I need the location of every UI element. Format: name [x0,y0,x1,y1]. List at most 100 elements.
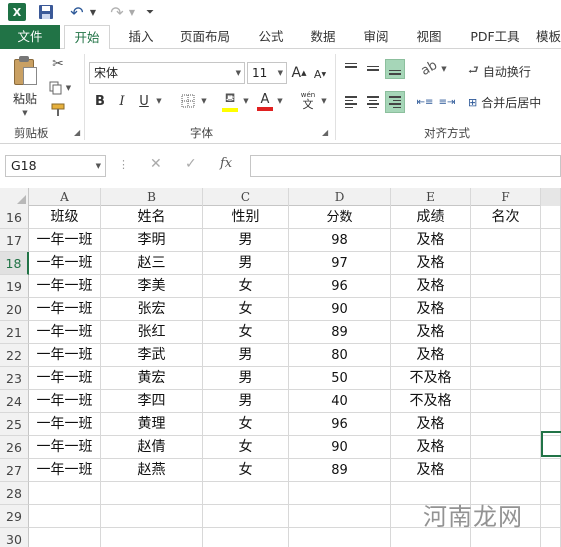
shrink-font-button[interactable]: A ▼ [312,65,328,83]
cell[interactable]: 及格 [391,252,471,275]
row-header[interactable]: 20 [0,298,29,321]
insert-function-button[interactable]: fx [220,156,232,171]
row-header[interactable]: 22 [0,344,29,367]
column-header-e[interactable]: E [391,188,471,206]
font-color-button[interactable]: A [256,89,274,113]
underline-dropdown-icon[interactable]: ▼ [155,96,163,106]
cell[interactable]: 一年一班 [29,390,101,413]
cell[interactable]: 李美 [101,275,203,298]
cell[interactable]: 89 [289,321,391,344]
cell[interactable] [203,482,289,505]
cell[interactable]: 及格 [391,413,471,436]
row-header[interactable]: 16 [0,206,29,229]
align-center-icon[interactable] [364,93,382,111]
cell[interactable]: 男 [203,229,289,252]
formula-input[interactable] [250,155,561,177]
selected-cell[interactable] [541,431,561,457]
wrap-text-button[interactable]: ⮐ 自动换行 [468,61,558,81]
cell[interactable]: 男 [203,367,289,390]
cancel-icon[interactable]: ✕ [150,156,162,172]
cell[interactable]: 名次 [471,206,541,229]
cell[interactable]: 一年一班 [29,413,101,436]
cell[interactable]: 40 [289,390,391,413]
cell[interactable]: 女 [203,321,289,344]
cell[interactable]: 97 [289,252,391,275]
cell[interactable] [471,321,541,344]
cell[interactable] [29,482,101,505]
cell[interactable]: 姓名 [101,206,203,229]
row-header[interactable]: 25 [0,413,29,436]
cell[interactable] [471,252,541,275]
cell[interactable]: 李明 [101,229,203,252]
cell[interactable]: 黄理 [101,413,203,436]
redo-icon[interactable]: ↷ [106,3,128,22]
column-header-d[interactable]: D [289,188,391,206]
cell[interactable]: 80 [289,344,391,367]
cell[interactable] [203,528,289,547]
font-name-select[interactable]: 宋体 ▼ [89,62,245,84]
row-header[interactable]: 24 [0,390,29,413]
cell[interactable]: 90 [289,436,391,459]
cell[interactable] [289,482,391,505]
cell[interactable] [541,390,561,413]
cell[interactable]: 50 [289,367,391,390]
cell[interactable]: 及格 [391,275,471,298]
cell[interactable]: 女 [203,436,289,459]
cell[interactable] [541,505,561,528]
phonetic-button[interactable]: wén 文 [296,89,320,113]
cell[interactable] [101,505,203,528]
column-header-b[interactable]: B [101,188,203,206]
row-header[interactable]: 18 [0,252,29,275]
cell[interactable]: 黄宏 [101,367,203,390]
cell[interactable] [541,298,561,321]
orientation-icon[interactable]: ab [415,55,443,82]
dialog-launcher-icon[interactable]: ◢ [322,128,328,137]
cell[interactable] [289,505,391,528]
cell[interactable] [471,275,541,298]
cell[interactable]: 一年一班 [29,321,101,344]
cell[interactable] [541,206,561,229]
cell[interactable]: 一年一班 [29,459,101,482]
cell[interactable]: 一年一班 [29,252,101,275]
increase-indent-icon[interactable]: ≡⇥ [438,93,456,111]
fill-color-dropdown-icon[interactable]: ▼ [242,96,250,106]
cell[interactable]: 性别 [203,206,289,229]
phonetic-dropdown-icon[interactable]: ▼ [320,96,328,106]
row-header[interactable]: 29 [0,505,29,528]
merge-center-button[interactable]: ⊞ 合并后居中 [468,92,561,112]
cell[interactable] [101,482,203,505]
fill-color-button[interactable]: ⛾ [220,89,240,113]
cell[interactable] [541,528,561,547]
grow-font-button[interactable]: A ▲ [291,63,307,83]
cell[interactable] [101,528,203,547]
cell[interactable]: 及格 [391,321,471,344]
cell[interactable]: 不及格 [391,367,471,390]
italic-button[interactable]: I [114,91,130,111]
row-header[interactable]: 27 [0,459,29,482]
cell[interactable] [471,436,541,459]
cell[interactable]: 男 [203,344,289,367]
tab-insert[interactable]: 插入 [118,25,164,49]
cut-icon[interactable]: ✂ [48,55,68,73]
tab-file[interactable]: 文件 [0,25,60,49]
font-size-select[interactable]: 11 ▼ [247,62,287,84]
cell[interactable] [541,344,561,367]
cell[interactable] [29,505,101,528]
cell[interactable] [471,413,541,436]
cell[interactable] [541,459,561,482]
enter-icon[interactable]: ✓ [185,156,197,172]
row-header[interactable]: 23 [0,367,29,390]
column-header-g[interactable] [541,188,561,206]
redo-dropdown-icon[interactable]: ▼ [128,3,136,21]
cell[interactable]: 成绩 [391,206,471,229]
cell[interactable] [471,367,541,390]
cell[interactable] [541,321,561,344]
row-header[interactable]: 28 [0,482,29,505]
cell[interactable]: 96 [289,413,391,436]
align-middle-icon[interactable] [364,59,382,77]
orientation-dropdown-icon[interactable]: ▼ [440,64,448,74]
cell[interactable]: 96 [289,275,391,298]
paste-button[interactable]: 粘贴 ▼ [6,53,44,119]
row-header[interactable]: 19 [0,275,29,298]
borders-dropdown-icon[interactable]: ▼ [200,96,208,106]
